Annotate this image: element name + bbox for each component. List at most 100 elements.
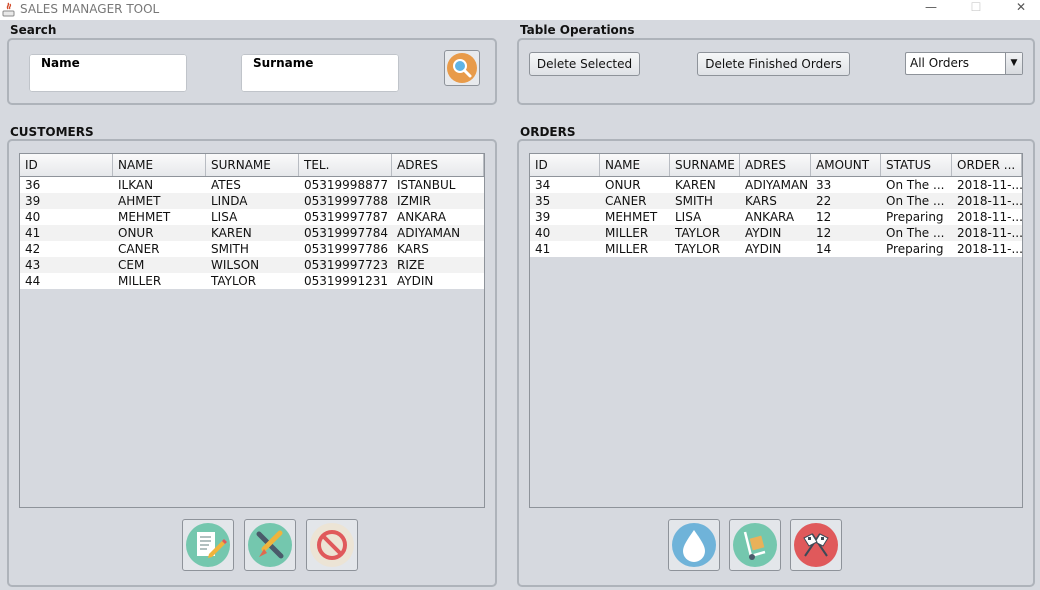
column-header[interactable]: NAME <box>600 154 670 176</box>
customers-table-header: ID NAME SURNAME TEL. ADRES <box>20 154 484 177</box>
table-cell: CEM <box>118 258 145 272</box>
search-button[interactable] <box>444 50 480 86</box>
column-header[interactable]: NAME <box>113 154 206 176</box>
orders-table-body: 34 ONUR KAREN ADIYAMAN 33 On The ... 2018-11-.… <box>530 177 1022 257</box>
column-header[interactable]: ID <box>530 154 600 176</box>
table-cell: 2018-11-... <box>957 194 1022 208</box>
table-cell: 2018-11-... <box>957 178 1022 192</box>
table-cell: ISTANBUL <box>397 178 456 192</box>
table-cell: 05319997723 <box>304 258 388 272</box>
table-cell: ANKARA <box>745 210 795 224</box>
order-ship-button[interactable] <box>729 519 781 571</box>
checkered-flags-icon <box>794 523 838 567</box>
column-header[interactable]: SURNAME <box>670 154 740 176</box>
table-row[interactable]: 34 ONUR KAREN ADIYAMAN 33 On The ... 2018-11-.… <box>530 177 1022 193</box>
table-cell: 43 <box>25 258 41 272</box>
table-cell: 33 <box>816 178 832 192</box>
customers-table[interactable]: ID NAME SURNAME TEL. ADRES 36 ILKAN ATES 053199… <box>19 153 485 508</box>
edit-customer-button[interactable] <box>182 519 234 571</box>
table-cell: 39 <box>25 194 41 208</box>
table-row[interactable]: 36 ILKAN ATES 05319998877 ISTANBUL <box>20 177 484 193</box>
table-cell: SMITH <box>211 242 249 256</box>
search-section-label: Search <box>10 23 57 37</box>
table-cell: 05319998877 <box>304 178 388 192</box>
table-row[interactable]: 43 CEM WILSON 05319997723 RIZE <box>20 257 484 273</box>
search-icon <box>447 53 477 83</box>
table-cell: LISA <box>675 210 702 224</box>
table-cell: 14 <box>816 242 832 256</box>
table-cell: MEHMET <box>118 210 171 224</box>
surname-field-label: Surname <box>253 56 314 70</box>
column-header[interactable]: AMOUNT <box>811 154 881 176</box>
table-cell: TAYLOR <box>211 274 257 288</box>
order-filter-select[interactable]: All Orders ▼ <box>905 52 1023 75</box>
table-cell: Preparing <box>886 210 944 224</box>
column-header[interactable]: ADRES <box>740 154 811 176</box>
table-row[interactable]: 40 MILLER TAYLOR AYDIN 12 On The ... 2018-11-.… <box>530 225 1022 241</box>
table-cell: CANER <box>118 242 160 256</box>
table-cell: ADIYAMAN <box>745 178 809 192</box>
java-app-icon <box>2 2 15 17</box>
orders-table[interactable]: ID NAME SURNAME ADRES AMOUNT STATUS ORDER ... … <box>529 153 1023 508</box>
column-header[interactable]: STATUS <box>881 154 952 176</box>
column-header[interactable]: ID <box>20 154 113 176</box>
hand-truck-icon <box>733 523 777 567</box>
table-cell: 05319991231 <box>304 274 388 288</box>
table-row[interactable]: 44 MILLER TAYLOR 05319991231 AYDIN <box>20 273 484 289</box>
surname-field[interactable]: Surname <box>239 52 401 94</box>
table-cell: 44 <box>25 274 41 288</box>
table-cell: KAREN <box>675 178 716 192</box>
table-cell: KAREN <box>211 226 252 240</box>
table-cell: ATES <box>211 178 241 192</box>
name-field[interactable]: Name <box>27 52 189 94</box>
chevron-down-icon[interactable]: ▼ <box>1005 53 1022 74</box>
table-cell: 12 <box>816 226 832 240</box>
delete-customer-button[interactable] <box>306 519 358 571</box>
table-cell: 39 <box>535 210 551 224</box>
title-bar: SALES MANAGER TOOL — ☐ ✕ <box>0 0 1040 20</box>
column-header[interactable]: SURNAME <box>206 154 299 176</box>
table-cell: On The ... <box>886 226 945 240</box>
table-cell: TAYLOR <box>675 226 721 240</box>
column-header[interactable]: ORDER ... <box>952 154 1022 176</box>
table-row[interactable]: 40 MEHMET LISA 05319997787 ANKARA <box>20 209 484 225</box>
table-cell: AHMET <box>118 194 161 208</box>
table-cell: AYDIN <box>745 242 782 256</box>
customers-section-label: CUSTOMERS <box>10 125 94 139</box>
table-cell: 05319997787 <box>304 210 388 224</box>
order-water-button[interactable] <box>668 519 720 571</box>
name-field-label: Name <box>41 56 80 70</box>
table-row[interactable]: 41 ONUR KAREN 05319997784 ADIYAMAN <box>20 225 484 241</box>
close-button[interactable]: ✕ <box>1006 0 1036 18</box>
water-drop-icon <box>672 523 716 567</box>
table-cell: 2018-11-... <box>957 226 1022 240</box>
table-cell: ONUR <box>605 178 641 192</box>
table-cell: CANER <box>605 194 647 208</box>
maximize-button[interactable]: ☐ <box>961 0 991 18</box>
table-row[interactable]: 42 CANER SMITH 05319997786 KARS <box>20 241 484 257</box>
table-cell: IZMIR <box>397 194 431 208</box>
table-cell: AYDIN <box>745 226 782 240</box>
table-ops-section-label: Table Operations <box>520 23 635 37</box>
orders-section-label: ORDERS <box>520 125 576 139</box>
minimize-button[interactable]: — <box>916 0 946 18</box>
table-cell: On The ... <box>886 194 945 208</box>
delete-finished-orders-button[interactable]: Delete Finished Orders <box>697 52 850 76</box>
table-cell: 34 <box>535 178 551 192</box>
table-cell: 2018-11-... <box>957 210 1022 224</box>
edit-style-button[interactable] <box>244 519 296 571</box>
table-cell: 36 <box>25 178 41 192</box>
order-finish-button[interactable] <box>790 519 842 571</box>
table-cell: MILLER <box>605 226 649 240</box>
column-header[interactable]: ADRES <box>392 154 484 176</box>
column-header[interactable]: TEL. <box>299 154 392 176</box>
table-row[interactable]: 39 AHMET LINDA 05319997788 IZMIR <box>20 193 484 209</box>
table-row[interactable]: 35 CANER SMITH KARS 22 On The ... 2018-11-... <box>530 193 1022 209</box>
table-row[interactable]: 41 MILLER TAYLOR AYDIN 14 Preparing 2018-11-..… <box>530 241 1022 257</box>
table-row[interactable]: 39 MEHMET LISA ANKARA 12 Preparing 2018-11-... <box>530 209 1022 225</box>
table-cell: 22 <box>816 194 832 208</box>
table-cell: KARS <box>745 194 777 208</box>
delete-selected-button[interactable]: Delete Selected <box>529 52 640 76</box>
table-cell: ADIYAMAN <box>397 226 461 240</box>
table-cell: 40 <box>25 210 41 224</box>
